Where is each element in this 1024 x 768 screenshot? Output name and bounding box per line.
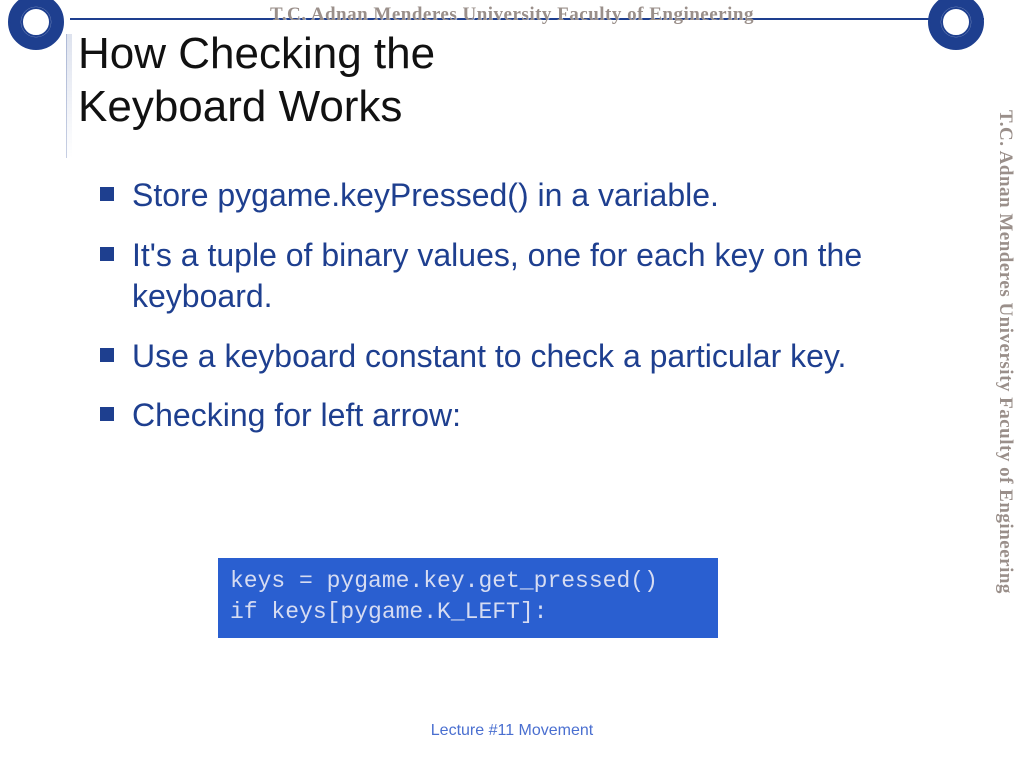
side-institution: T.C. Adnan Menderes University Faculty o… (994, 110, 1016, 594)
bullet-marker-icon (100, 348, 114, 362)
title-line-1: How Checking the (78, 29, 435, 78)
bullet-text: Use a keyboard constant to check a parti… (132, 336, 846, 378)
header-institution: T.C. Adnan Menderes University Faculty o… (0, 4, 1024, 26)
bullet-item: Use a keyboard constant to check a parti… (100, 336, 920, 378)
code-line: if keys[pygame.K_LEFT]: (230, 597, 706, 628)
bullet-item: Checking for left arrow: (100, 395, 920, 437)
code-block: keys = pygame.key.get_pressed() if keys[… (218, 558, 718, 638)
bullet-item: Store pygame.keyPressed() in a variable. (100, 175, 920, 217)
bullet-list: Store pygame.keyPressed() in a variable.… (100, 175, 920, 455)
bullet-marker-icon (100, 407, 114, 421)
bullet-text: Store pygame.keyPressed() in a variable. (132, 175, 719, 217)
faculty-logo-right (928, 0, 984, 50)
bullet-marker-icon (100, 187, 114, 201)
bullet-text: Checking for left arrow: (132, 395, 461, 437)
bullet-marker-icon (100, 247, 114, 261)
title-line-2: Keyboard Works (78, 82, 402, 131)
university-logo-left (8, 0, 64, 50)
title-accent-bar (66, 34, 72, 158)
slide-title: How Checking the Keyboard Works (78, 28, 778, 134)
bullet-item: It's a tuple of binary values, one for e… (100, 235, 920, 318)
code-line: keys = pygame.key.get_pressed() (230, 566, 706, 597)
footer-lecture-label: Lecture #11 Movement (0, 722, 1024, 740)
bullet-text: It's a tuple of binary values, one for e… (132, 235, 920, 318)
